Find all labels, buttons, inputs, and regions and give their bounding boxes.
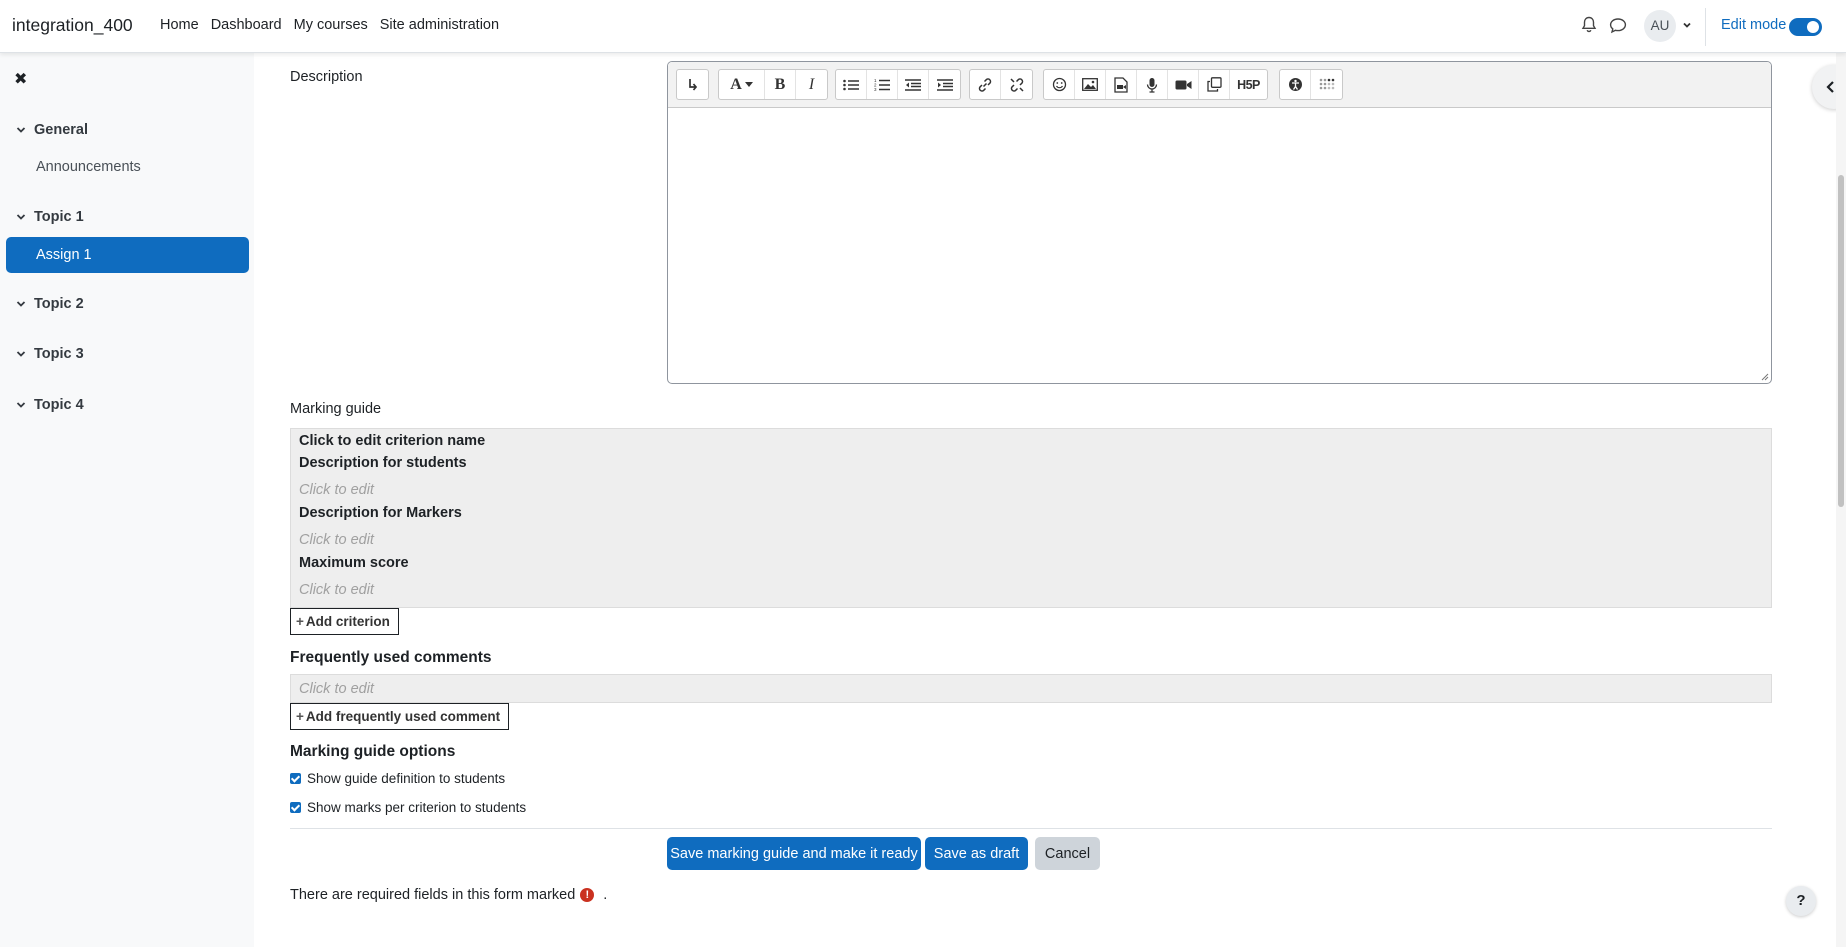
section-title: Topic 3	[34, 346, 84, 362]
course-index-drawer: ✖ General Announcements Topic 1 Assign 1…	[0, 53, 254, 947]
paragraph-style-icon[interactable]: A	[719, 70, 765, 99]
plus-icon: +	[296, 614, 304, 629]
accessibility-checker-icon[interactable]	[1280, 70, 1311, 99]
nav-dashboard[interactable]: Dashboard	[211, 17, 282, 33]
emoji-icon[interactable]	[1044, 70, 1075, 99]
resize-handle-icon[interactable]	[1761, 373, 1769, 381]
unlink-icon[interactable]	[1001, 70, 1032, 99]
italic-icon[interactable]: I	[796, 70, 827, 99]
media-file-icon[interactable]	[1106, 70, 1137, 99]
nav-site-administration[interactable]: Site administration	[380, 17, 499, 33]
maximum-score-field[interactable]: Click to edit	[299, 582, 374, 598]
ordered-list-icon[interactable]: 123	[867, 70, 898, 99]
collapse-toolbar-icon[interactable]	[677, 70, 708, 99]
image-icon[interactable]	[1075, 70, 1106, 99]
chat-icon[interactable]	[1609, 17, 1627, 34]
toolbar-group-lists: 123	[835, 69, 961, 100]
section-title: Topic 4	[34, 397, 84, 413]
option-show-marks-per-criterion[interactable]: Show marks per criterion to students	[290, 800, 526, 815]
chevron-down-icon	[16, 214, 26, 220]
course-section-general[interactable]: General	[16, 122, 88, 138]
navbar-divider	[1705, 8, 1706, 46]
chevron-down-icon	[16, 301, 26, 307]
plus-icon: +	[296, 709, 304, 724]
course-item-assign-1[interactable]: Assign 1	[6, 237, 249, 273]
course-section-topic-2[interactable]: Topic 2	[16, 296, 84, 312]
microphone-icon[interactable]	[1137, 70, 1168, 99]
chevron-down-icon	[16, 351, 26, 357]
chevron-down-icon	[16, 402, 26, 408]
toolbar-group-collapse	[676, 69, 709, 100]
unordered-list-icon[interactable]	[836, 70, 867, 99]
show-guide-definition-checkbox[interactable]	[290, 773, 301, 784]
toolbar-group-links	[969, 69, 1033, 100]
required-icon: !	[580, 888, 595, 902]
required-note-suffix: .	[603, 887, 608, 903]
bold-icon[interactable]: B	[765, 70, 796, 99]
option-show-guide-definition[interactable]: Show guide definition to students	[290, 771, 505, 786]
frequently-used-comment-field[interactable]: Click to edit	[290, 674, 1772, 703]
marking-guide-label: Marking guide	[290, 401, 382, 417]
show-marks-per-criterion-checkbox[interactable]	[290, 802, 301, 813]
h5p-icon[interactable]: H5P	[1230, 70, 1267, 99]
course-section-topic-1[interactable]: Topic 1	[16, 209, 84, 225]
add-criterion-label: Add criterion	[305, 614, 390, 629]
frequently-used-comments-heading: Frequently used comments	[290, 649, 492, 666]
section-title: General	[34, 122, 88, 138]
comment-placeholder: Click to edit	[299, 681, 374, 697]
description-for-students-label: Description for students	[299, 455, 467, 471]
page-scrollbar-thumb[interactable]	[1838, 175, 1844, 507]
primary-navigation: Home Dashboard My courses Site administr…	[160, 17, 511, 33]
description-label: Description	[290, 69, 363, 85]
link-icon[interactable]	[970, 70, 1001, 99]
toolbar-group-style: A B I	[718, 69, 828, 100]
edit-mode-label: Edit mode	[1721, 17, 1787, 33]
svg-text:3: 3	[874, 87, 877, 91]
manage-files-icon[interactable]	[1199, 70, 1230, 99]
user-avatar[interactable]: AU	[1644, 10, 1676, 42]
outdent-icon[interactable]	[898, 70, 929, 99]
criterion-editor: Click to edit criterion name Description…	[290, 428, 1772, 608]
description-for-markers-label: Description for Markers	[299, 505, 462, 521]
indent-icon[interactable]	[929, 70, 960, 99]
top-navbar: integration_400 Home Dashboard My course…	[0, 0, 1846, 53]
chevron-down-icon[interactable]	[1682, 20, 1692, 30]
required-fields-note: There are required fields in this form m…	[290, 887, 607, 903]
description-editor-content[interactable]	[668, 108, 1771, 383]
bell-icon[interactable]	[1581, 16, 1597, 34]
close-icon[interactable]: ✖	[14, 69, 27, 89]
required-note-text: There are required fields in this form m…	[290, 887, 576, 903]
add-comment-label: Add frequently used comment	[305, 709, 501, 724]
add-frequently-used-comment-button[interactable]: + Add frequently used comment	[290, 703, 510, 730]
course-section-topic-4[interactable]: Topic 4	[16, 397, 84, 413]
editor-toolbar: A B I 123 H5P	[668, 62, 1771, 108]
toolbar-group-media: H5P	[1043, 69, 1268, 100]
course-section-topic-3[interactable]: Topic 3	[16, 346, 84, 362]
chevron-down-icon	[16, 127, 26, 133]
save-and-make-ready-button[interactable]: Save marking guide and make it ready	[667, 837, 921, 870]
section-title: Topic 2	[34, 296, 84, 312]
maximum-score-label: Maximum score	[299, 555, 409, 571]
screen-reader-helper-icon[interactable]	[1311, 70, 1342, 99]
option-label: Show marks per criterion to students	[307, 800, 527, 815]
add-criterion-button[interactable]: + Add criterion	[290, 608, 399, 635]
description-for-markers-field[interactable]: Click to edit	[299, 532, 374, 548]
form-divider	[290, 828, 1772, 829]
cancel-button[interactable]: Cancel	[1035, 837, 1100, 870]
toolbar-group-accessibility	[1279, 69, 1343, 100]
nav-my-courses[interactable]: My courses	[294, 17, 368, 33]
description-editor[interactable]: A B I 123 H5P	[667, 61, 1772, 384]
save-as-draft-button[interactable]: Save as draft	[925, 837, 1028, 870]
site-name[interactable]: integration_400	[12, 15, 133, 36]
criterion-name[interactable]: Click to edit criterion name	[299, 433, 485, 449]
help-button[interactable]: ?	[1786, 886, 1816, 916]
video-camera-icon[interactable]	[1168, 70, 1199, 99]
nav-home[interactable]: Home	[160, 17, 199, 33]
description-for-students-field[interactable]: Click to edit	[299, 482, 374, 498]
edit-mode-toggle[interactable]	[1789, 18, 1822, 36]
option-label: Show guide definition to students	[307, 771, 506, 786]
section-title: Topic 1	[34, 209, 84, 225]
course-item-announcements[interactable]: Announcements	[36, 159, 141, 175]
marking-guide-options-heading: Marking guide options	[290, 743, 456, 760]
